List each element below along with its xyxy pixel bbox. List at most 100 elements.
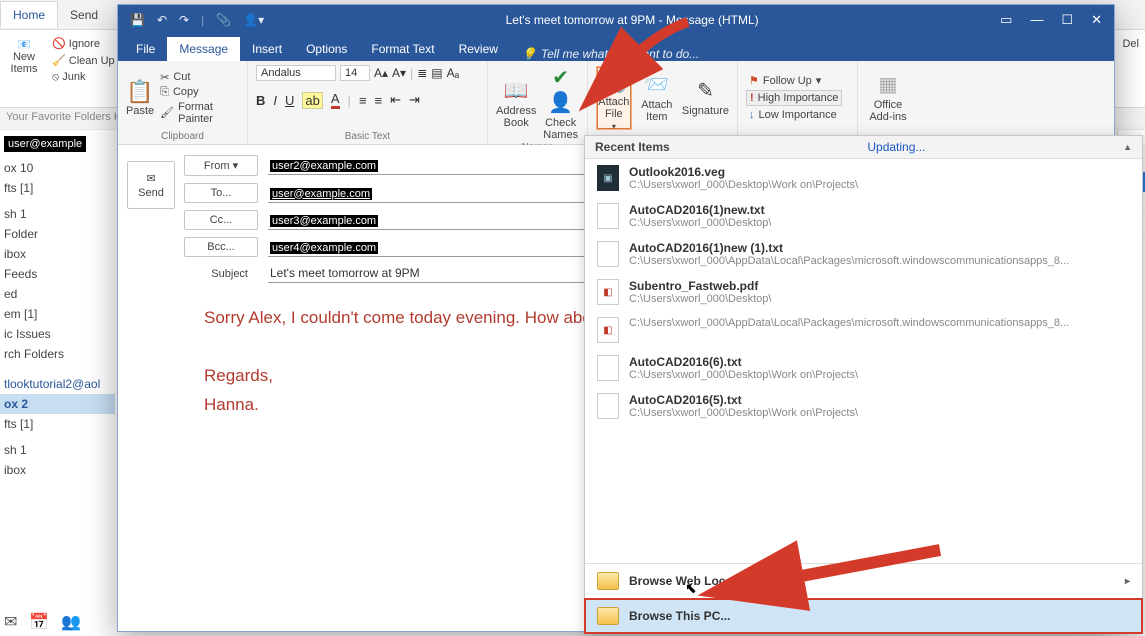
align-left-icon[interactable]: ≡ (359, 93, 367, 108)
recent-item[interactable]: ▣ Outlook2016.vegC:\Users\xworl_000\Desk… (585, 159, 1142, 197)
nav-search[interactable]: rch Folders (0, 344, 115, 364)
font-size-select[interactable]: 14 (340, 65, 370, 81)
people-icon[interactable]: 👥 (61, 612, 81, 632)
folder-icon (597, 607, 619, 625)
low-icon: ↓ (749, 109, 755, 121)
bullets-icon[interactable]: ≣ (417, 66, 427, 80)
chevron-down-icon: ▾ (816, 74, 822, 87)
attach-item-button[interactable]: 📨 Attach Item (638, 72, 676, 123)
nav-trash[interactable]: sh 1 (0, 204, 115, 224)
browse-pc-button[interactable]: Browse This PC... (585, 599, 1142, 633)
paste-button[interactable]: 📋 Paste (126, 79, 154, 117)
recent-item[interactable]: AutoCAD2016(1)new.txtC:\Users\xworl_000\… (585, 197, 1142, 235)
nav-sent[interactable]: em [1] (0, 304, 115, 324)
font-family-select[interactable]: Andalus (256, 65, 336, 81)
indent-icon[interactable]: ⇥ (409, 92, 420, 108)
nav-trash-2[interactable]: sh 1 (0, 440, 115, 460)
bg-junk[interactable]: ⦸ Junk (50, 70, 117, 85)
updating-label: Updating... (867, 140, 925, 154)
nav-archived[interactable]: ed (0, 284, 115, 304)
ribbon-options-icon[interactable]: ▭ (1000, 12, 1012, 28)
recent-item[interactable]: AutoCAD2016(6).txtC:\Users\xworl_000\Des… (585, 349, 1142, 387)
from-button[interactable]: From ▾ (184, 155, 258, 176)
tab-file[interactable]: File (124, 37, 167, 61)
bg-ignore[interactable]: 🚫 Ignore (50, 36, 117, 51)
cut-button[interactable]: ✂Cut (160, 71, 239, 84)
recent-item[interactable]: AutoCAD2016(5).txtC:\Users\xworl_000\Des… (585, 387, 1142, 425)
cc-button[interactable]: Cc... (184, 210, 258, 230)
calendar-icon[interactable]: 📅 (29, 612, 49, 632)
bg-tab-send[interactable]: Send (58, 2, 110, 28)
account-2[interactable]: tlooktutorial2@aol (0, 374, 115, 394)
italic-button[interactable]: I (273, 93, 277, 108)
bulb-icon: 💡 (522, 47, 537, 61)
format-painter-button[interactable]: 🖌Format Painter (160, 101, 239, 125)
browse-web-button[interactable]: Browse Web Locations ▸ (585, 564, 1142, 598)
underline-button[interactable]: U (285, 93, 294, 108)
scroll-up-icon[interactable]: ▲ (1123, 142, 1132, 152)
recent-item[interactable]: ◧ C:\Users\xworl_000\AppData\Local\Packa… (585, 311, 1142, 349)
shrink-font-icon[interactable]: A▾ (392, 66, 406, 80)
tell-me-search[interactable]: 💡 Tell me what you want to do... (522, 47, 699, 61)
highlight-icon[interactable]: ab (302, 92, 322, 109)
signature-button[interactable]: ✎ Signature (682, 78, 729, 117)
maximize-icon[interactable]: ☐ (1061, 12, 1073, 28)
to-button[interactable]: To... (184, 183, 258, 203)
nav-folder[interactable]: Folder (0, 224, 115, 244)
redo-icon[interactable]: ↷ (179, 13, 189, 27)
attach-file-button[interactable]: 📎 Attach File ▾ (596, 66, 632, 130)
nav-outbox[interactable]: ibox (0, 244, 115, 264)
recent-item[interactable]: ◧ Subentro_Fastweb.pdfC:\Users\xworl_000… (585, 273, 1142, 311)
attach-file-dropdown: Recent Items Updating... ▲ ▣ Outlook2016… (584, 135, 1143, 634)
attach-quick-icon[interactable]: 📎 (216, 13, 231, 27)
nav-drafts[interactable]: fts [1] (0, 178, 115, 198)
account-1[interactable]: user@example (4, 136, 86, 152)
bg-delete[interactable]: Del (1122, 32, 1141, 50)
nav-feeds[interactable]: Feeds (0, 264, 115, 284)
tab-format[interactable]: Format Text (359, 37, 446, 61)
nav-sync[interactable]: ic Issues (0, 324, 115, 344)
check-names-button[interactable]: ✔👤 Check Names (542, 65, 579, 141)
nav-outbox-2[interactable]: ibox (0, 460, 115, 480)
nav-inbox-2[interactable]: ox 2 (0, 394, 115, 414)
pdf-file-icon: ◧ (597, 317, 619, 343)
save-icon[interactable]: 💾 (130, 13, 145, 27)
office-addins-button[interactable]: ▦ Office Add-ins (866, 72, 910, 123)
recent-items-label: Recent Items (595, 140, 670, 154)
outdent-icon[interactable]: ⇤ (390, 92, 401, 108)
bg-cleanup[interactable]: 🧹 Clean Up (50, 53, 117, 68)
send-button[interactable]: ✉ Send (127, 161, 175, 209)
bcc-button[interactable]: Bcc... (184, 237, 258, 257)
bg-tab-home[interactable]: Home (0, 1, 58, 28)
pdf-file-icon: ◧ (597, 279, 619, 305)
nav-inbox[interactable]: ox 10 (0, 158, 115, 178)
styles-icon[interactable]: Aₐ (447, 66, 459, 80)
align-center-icon[interactable]: ≡ (375, 93, 383, 108)
person-icon[interactable]: 👤▾ (243, 13, 264, 27)
clipboard-icon: 📋 (126, 79, 153, 105)
low-importance-button[interactable]: ↓Low Importance (746, 108, 842, 122)
subject-label: Subject (184, 265, 258, 283)
close-icon[interactable]: ✕ (1091, 12, 1102, 28)
send-icon: ✉ (146, 172, 155, 185)
numbering-icon[interactable]: ▤ (431, 66, 442, 80)
grow-font-icon[interactable]: A▴ (374, 66, 388, 80)
bg-new-items[interactable]: 📧 New Items (4, 32, 44, 75)
tab-message[interactable]: Message (167, 37, 240, 61)
follow-up-button[interactable]: ⚑Follow Up ▾ (746, 73, 842, 88)
tab-insert[interactable]: Insert (240, 37, 294, 61)
address-book-button[interactable]: 📖 Address Book (496, 78, 536, 129)
mail-icon[interactable]: ✉ (4, 612, 17, 632)
video-file-icon: ▣ (597, 165, 619, 191)
tab-review[interactable]: Review (447, 37, 510, 61)
font-color-icon[interactable]: A (331, 91, 340, 109)
tab-options[interactable]: Options (294, 37, 359, 61)
qat-sep: | (201, 13, 204, 27)
recent-item[interactable]: AutoCAD2016(1)new (1).txtC:\Users\xworl_… (585, 235, 1142, 273)
undo-icon[interactable]: ↶ (157, 13, 167, 27)
bold-button[interactable]: B (256, 93, 265, 108)
high-importance-button[interactable]: !High Importance (746, 90, 842, 106)
minimize-icon[interactable]: — (1030, 12, 1043, 28)
copy-button[interactable]: ⎘Copy (160, 86, 239, 99)
nav-drafts-2[interactable]: fts [1] (0, 414, 115, 434)
